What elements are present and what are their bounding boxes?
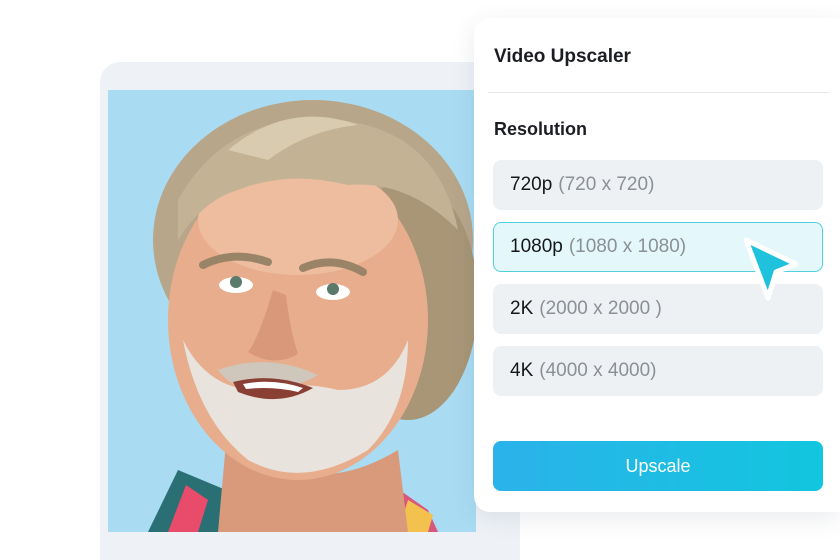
option-dimensions: (2000 x 2000 )	[539, 298, 662, 319]
option-label: 720p	[510, 174, 553, 195]
option-dimensions: (720 x 720)	[558, 174, 655, 195]
option-dimensions: (1080 x 1080)	[568, 236, 687, 257]
option-label: 4K	[510, 360, 534, 381]
pointer-arrow-icon	[738, 234, 804, 306]
video-preview-image	[108, 90, 476, 532]
resolution-label: Resolution	[494, 119, 587, 139]
option-label: 1080p	[510, 236, 563, 257]
panel-divider	[488, 92, 830, 93]
app-stage: Video Upscaler Resolution 720p (720 x 72…	[0, 0, 840, 560]
option-dimensions: (4000 x 4000)	[539, 360, 657, 381]
resolution-option-4k[interactable]: 4K (4000 x 4000)	[493, 346, 823, 396]
option-label: 2K	[510, 298, 534, 319]
resolution-option-720p[interactable]: 720p (720 x 720)	[493, 160, 823, 210]
panel-title: Video Upscaler	[494, 46, 631, 67]
upscale-button[interactable]: Upscale	[493, 441, 823, 491]
